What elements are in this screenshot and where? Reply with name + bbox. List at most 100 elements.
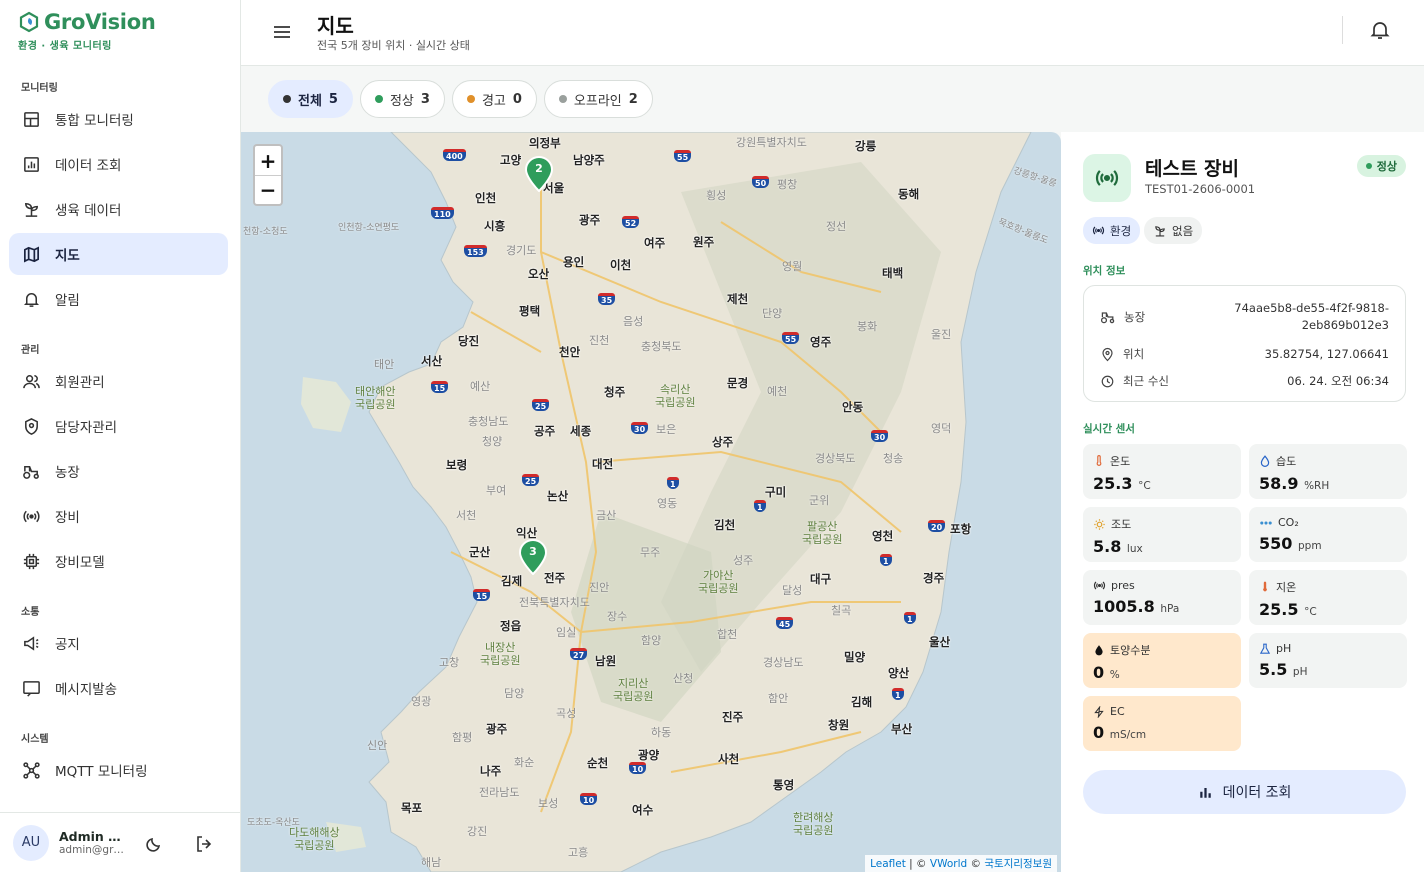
map-region-label: 전라남도 (479, 786, 520, 799)
dashboard-icon (24, 111, 39, 127)
notification-bell-icon[interactable] (1369, 19, 1391, 41)
sidebar-item-integrated-monitoring[interactable]: 통합 모니터링 (9, 98, 228, 140)
sidebar-item-label: 장비모델 (55, 555, 105, 571)
map-city-label: 오산 (528, 267, 550, 281)
leaflet-link[interactable]: Leaflet (870, 858, 906, 870)
map-city-label: 동해 (898, 187, 920, 201)
logout-icon[interactable] (194, 834, 214, 854)
bell-icon (23, 292, 40, 307)
page-subtitle: 전국 5개 장비 위치 · 실시간 상태 (317, 39, 470, 52)
sidebar-item-growth-data[interactable]: 생육 데이터 (9, 188, 228, 230)
map-region-label: 하동 (651, 726, 672, 739)
sensor-card-temperature: 온도 25.3 °C (1083, 444, 1241, 499)
thermometer-icon (1096, 455, 1102, 466)
vworld-link[interactable]: VWorld (930, 858, 967, 870)
highway-shield: 45 (776, 617, 794, 629)
map-city-label: 제천 (727, 292, 749, 306)
map-marker-cluster[interactable]: 2 (524, 155, 554, 193)
map-region-label: 부여 (486, 484, 507, 497)
highway-shield: 25 (522, 474, 540, 486)
map-city-label: 강릉 (855, 139, 877, 153)
map-region-label: 정선 (826, 220, 847, 233)
sensor-unit: lux (1126, 543, 1143, 555)
map-city-label: 고양 (500, 153, 522, 167)
highway-shield: 1 (754, 500, 766, 512)
sidebar-item-label: MQTT 모니터링 (55, 764, 148, 780)
map-city-label: 서산 (421, 354, 443, 368)
sensor-unit: pH (1292, 666, 1308, 678)
filter-warning[interactable]: 경고 0 (451, 80, 537, 118)
map-city-label: 정읍 (500, 619, 522, 633)
map-region-label: 영광 (411, 695, 432, 708)
filter-label: 정상 (389, 93, 414, 109)
map-park-label: 속리산 국립공원 (655, 383, 696, 409)
map-region-label: 경상남도 (763, 656, 804, 669)
attribution-separator: © (967, 858, 985, 870)
sprout-icon (25, 202, 38, 217)
zoom-out-button[interactable]: − (255, 175, 281, 204)
filter-offline[interactable]: 오프라인 2 (543, 80, 653, 118)
map-region-label: 경기도 (506, 244, 537, 257)
location-row-position: 위치 35.82754, 127.06641 (1100, 346, 1389, 362)
sensor-label: 온도 (1110, 455, 1131, 468)
filter-count: 3 (420, 91, 430, 107)
zoom-in-button[interactable]: + (255, 146, 281, 175)
map-city-label: 천안 (559, 345, 581, 359)
sidebar-item-alerts[interactable]: 알림 (9, 278, 228, 320)
sidebar-item-data-query[interactable]: 데이터 조회 (9, 143, 228, 185)
sidebar-item-device-models[interactable]: 장비모델 (9, 540, 228, 582)
view-data-label: 데이터 조회 (1222, 785, 1292, 801)
filter-count: 5 (328, 91, 338, 107)
tag-label: 환경 (1110, 223, 1132, 238)
map-city-label: 밀양 (844, 650, 866, 664)
sidebar-item-managers[interactable]: 담당자관리 (9, 405, 228, 447)
map-city-label: 남양주 (573, 153, 605, 167)
sidebar-item-devices[interactable]: 장비 (9, 495, 228, 537)
map-region-label: 곡성 (556, 707, 577, 720)
map-city-label: 남원 (595, 654, 617, 668)
map-city-label: 안동 (842, 400, 864, 414)
map-city-label: 영주 (810, 335, 832, 349)
sidebar-item-farms[interactable]: 농장 (9, 450, 228, 492)
dark-mode-moon-icon[interactable] (144, 834, 164, 854)
last-received-value: 06. 24. 오전 06:34 (1287, 374, 1389, 388)
status-dot (374, 95, 383, 103)
map-city-label: 광주 (486, 722, 508, 736)
tag-label: 없음 (1172, 223, 1194, 238)
flask-icon (1259, 643, 1271, 654)
view-data-button[interactable]: 데이터 조회 (1083, 770, 1406, 814)
map-view[interactable]: 강원특별자치도 횡성 평창 정선 영월 단양 봉화 울진 음성 충청북도 진천 … (241, 132, 1061, 872)
map-region-label: 충청북도 (641, 340, 682, 353)
hamburger-menu-icon[interactable] (271, 21, 293, 43)
marker-count: 2 (535, 162, 543, 175)
map-region-label: 진안 (589, 581, 610, 594)
brand[interactable]: GroVision 환경 · 생육 모니터링 (18, 10, 156, 52)
sensor-card-humidity: 습도 58.9 %RH (1249, 444, 1407, 499)
avatar[interactable]: AU (13, 824, 49, 861)
map-city-label: 영천 (872, 529, 894, 543)
sidebar-item-notices[interactable]: 공지 (9, 622, 228, 664)
user-name: Admin … (59, 829, 121, 844)
map-city-label: 평택 (519, 304, 541, 318)
map-city-label: 부산 (891, 722, 913, 736)
map-city-label: 시흥 (484, 219, 506, 233)
map-region-label: 군위 (809, 494, 830, 507)
map-marker-cluster[interactable]: 3 (518, 538, 548, 576)
sidebar-item-map[interactable]: 지도 (9, 233, 228, 275)
sensor-value: 58.9 (1259, 474, 1299, 493)
filter-normal[interactable]: 정상 3 (359, 80, 445, 118)
chart-icon (24, 156, 39, 172)
filter-all[interactable]: 전체 5 (268, 80, 353, 118)
sidebar-item-mqtt-monitoring[interactable]: MQTT 모니터링 (9, 749, 228, 791)
sidebar-item-label: 회원관리 (55, 375, 105, 391)
signal-icon (1095, 170, 1119, 186)
ngii-link[interactable]: 국토지리정보원 (984, 858, 1052, 870)
sidebar-item-messages[interactable]: 메시지발송 (9, 667, 228, 709)
map-park-label: 다도해해상 국립공원 (289, 826, 340, 852)
sensor-value: 25.5 (1259, 600, 1299, 619)
map-city-label: 여수 (632, 803, 654, 817)
map-city-label: 인천 (475, 191, 497, 205)
sidebar-item-label: 생육 데이터 (55, 203, 122, 219)
map-city-label: 군산 (469, 545, 491, 559)
sidebar-item-members[interactable]: 회원관리 (9, 360, 228, 402)
